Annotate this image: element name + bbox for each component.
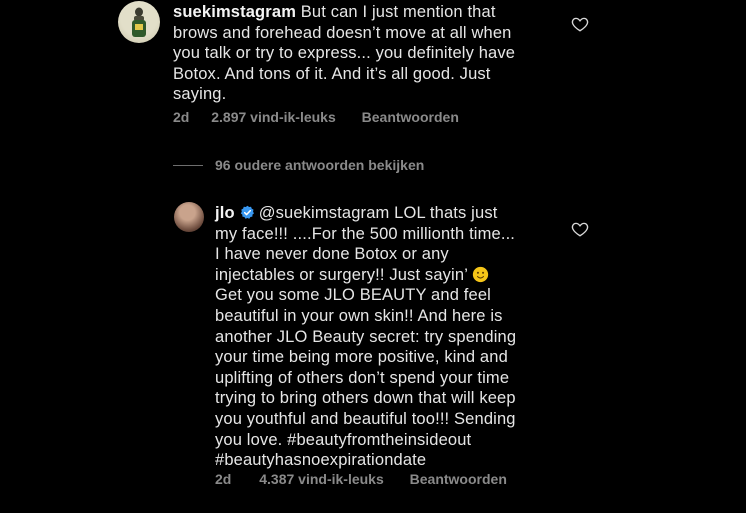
verified-badge-icon: [240, 205, 254, 219]
comment-line: saying.: [173, 85, 227, 104]
comment-line: you talk or try to express... you defini…: [173, 44, 516, 63]
reply-button[interactable]: Beantwoorden: [362, 109, 459, 125]
comment-line: Botox. And tons of it. And it’s all good…: [173, 64, 491, 83]
mention-link[interactable]: @suekimstagram: [259, 204, 390, 222]
comment-line: you love. #beautyfromtheinsideout: [215, 430, 472, 449]
reply-button[interactable]: Beantwoorden: [410, 471, 507, 487]
comment-line: beautiful in your own skin!! And here is: [215, 306, 503, 325]
avatar-figure-icon: [132, 7, 146, 37]
comment-line: uplifting of others don’t spend your tim…: [215, 368, 510, 387]
comment-line: I have never done Botox or any: [215, 245, 449, 264]
comment-line: #beautyhasnoexpirationdate: [215, 451, 427, 470]
comment-time: 2d: [173, 109, 190, 125]
likes-count[interactable]: 4.387 vind-ik-leuks: [259, 471, 384, 487]
avatar[interactable]: [174, 202, 204, 232]
smiling-face-emoji-icon: [472, 266, 489, 282]
comment-username[interactable]: jlo: [215, 204, 235, 222]
avatar[interactable]: [118, 1, 160, 43]
comment-reply: jlo @suekimstagram LOL thats just my fac…: [0, 195, 746, 495]
comment-text: jlo @suekimstagram LOL thats just my fac…: [215, 203, 516, 471]
comment-line: trying to bring others down that will ke…: [215, 389, 516, 408]
comment-line: But can I just mention that: [296, 3, 496, 21]
comment-line: another JLO Beauty secret: try spending: [215, 327, 517, 346]
likes-count[interactable]: 2.897 vind-ik-leuks: [211, 109, 336, 125]
comment-line: you youthful and beautiful too!!! Sendin…: [215, 409, 516, 428]
comment-parent: suekimstagram But can I just mention tha…: [0, 0, 746, 140]
comment-line: LOL thats just: [389, 204, 498, 222]
comment-text: suekimstagram But can I just mention tha…: [173, 2, 515, 105]
comment-line: injectables or surgery!! Just sayin’: [215, 265, 469, 284]
heart-icon[interactable]: [571, 220, 589, 238]
comment-username[interactable]: suekimstagram: [173, 3, 296, 21]
view-replies-label: 96 oudere antwoorden bekijken: [215, 157, 425, 173]
view-replies-button[interactable]: 96 oudere antwoorden bekijken: [173, 155, 424, 175]
heart-icon[interactable]: [571, 15, 589, 33]
comment-meta: 2d 2.897 vind-ik-leuks Beantwoorden: [173, 109, 459, 125]
comment-line: brows and forehead doesn’t move at all w…: [173, 23, 512, 42]
comment-line: your time being more positive, kind and: [215, 348, 508, 367]
divider-line: [173, 164, 203, 166]
comment-meta: 2d 4.387 vind-ik-leuks Beantwoorden: [215, 471, 507, 487]
comment-time: 2d: [215, 471, 232, 487]
comment-line: my face!!! ....For the 500 millionth tim…: [215, 224, 516, 243]
comment-line: Get you some JLO BEAUTY and feel: [215, 286, 491, 305]
